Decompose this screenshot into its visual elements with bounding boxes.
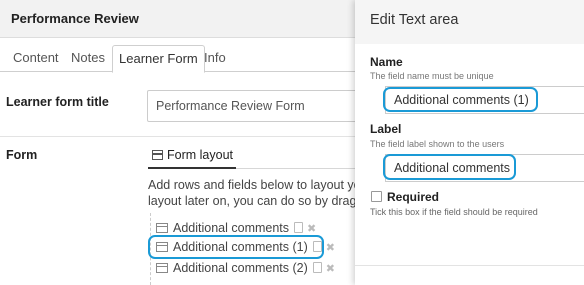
description-line-1: Add rows and fields below to layout yo — [148, 178, 360, 192]
panel-title: Edit Text area — [370, 12, 459, 28]
form-layout-heading: Form layout — [167, 148, 233, 162]
name-label: Name — [370, 55, 403, 69]
copy-icon[interactable] — [294, 222, 304, 233]
learner-form-title-input[interactable]: Performance Review Form — [147, 90, 367, 122]
highlight-name-input — [383, 87, 538, 112]
layout-field-label: Additional comments — [173, 221, 290, 235]
tab-info[interactable]: Info — [198, 45, 232, 72]
text-area-icon — [156, 223, 168, 233]
form-layout-description: Add rows and fields below to layout yo l… — [148, 177, 360, 209]
description-line-2: layout later on, you can do so by draggi — [148, 194, 360, 208]
form-layout-tab[interactable]: Form layout — [152, 148, 233, 162]
tab-content[interactable]: Content — [7, 45, 65, 72]
highlight-selected-field — [148, 235, 324, 259]
edit-text-area-panel: Edit Text area Name The field name must … — [355, 0, 584, 285]
required-help-text: Tick this box if the field should be req… — [370, 207, 538, 217]
divider — [0, 136, 360, 137]
main-page: Performance Review Content Notes Learner… — [0, 0, 367, 285]
form-label: Form — [6, 148, 38, 162]
copy-icon[interactable] — [312, 262, 322, 273]
highlight-label-input — [383, 154, 516, 180]
panel-divider — [355, 265, 584, 266]
page-title-bar: Performance Review — [0, 0, 360, 38]
tab-learner-form[interactable]: Learner Form — [112, 45, 205, 73]
label-label: Label — [370, 122, 402, 136]
layout-field[interactable]: Additional comments (2) ✖ — [156, 259, 335, 277]
delete-icon[interactable]: ✖ — [326, 239, 335, 257]
panel-header: Edit Text area — [355, 0, 584, 44]
tab-notes[interactable]: Notes — [65, 45, 111, 72]
delete-icon[interactable]: ✖ — [326, 260, 335, 278]
layout-field-label: Additional comments (2) — [173, 261, 308, 275]
label-help-text: The field label shown to the users — [370, 139, 505, 149]
required-checkbox[interactable] — [371, 191, 382, 202]
tab-bar: Content Notes Learner Form Info — [0, 45, 360, 73]
page-title: Performance Review — [11, 11, 139, 26]
form-layout-icon — [152, 150, 163, 160]
required-label: Required — [387, 190, 440, 204]
learner-form-title-label: Learner form title — [6, 95, 109, 109]
name-help-text: The field name must be unique — [370, 71, 494, 81]
text-area-icon — [156, 263, 168, 273]
form-layout-active-indicator — [148, 167, 236, 169]
